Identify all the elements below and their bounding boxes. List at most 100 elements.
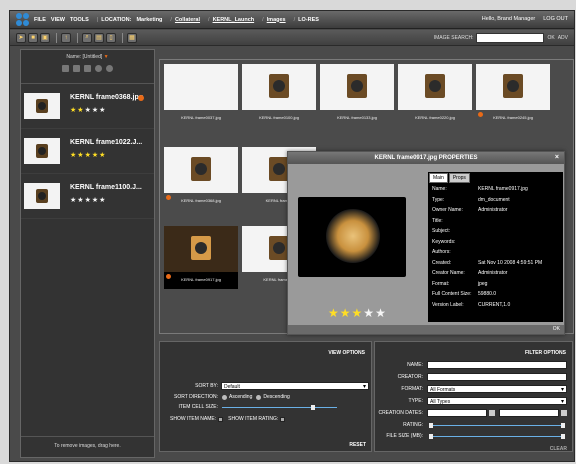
show-item-name-checkbox[interactable] (218, 416, 224, 422)
folder-icon[interactable]: ■ (28, 32, 38, 43)
lightbox-item[interactable]: KERNL frame1100.J... ★★★★★ (21, 174, 154, 219)
grid-tile[interactable]: KERNL frame0368.jpg (164, 147, 238, 210)
arrow-icon[interactable]: ➤ (16, 32, 26, 43)
lightbox-item[interactable]: KERNL frame0368.jpg ★★★★★ (21, 84, 154, 129)
image-search-label: IMAGE SEARCH: (433, 35, 474, 41)
delete-icon[interactable] (95, 65, 102, 72)
ok-button[interactable]: OK (553, 325, 560, 334)
date-from-input[interactable] (427, 409, 487, 417)
search-icon[interactable]: ⌕ (82, 32, 92, 43)
save-icon[interactable] (73, 65, 80, 72)
prop-key: Owner Name: (432, 207, 463, 214)
prop-row: Creator Name: Administrator (428, 268, 563, 279)
rating-stars[interactable]: ★★★★★ (70, 106, 106, 114)
creator-filter-input[interactable] (427, 373, 567, 381)
dropdown-arrow-icon[interactable]: ▼ (104, 54, 109, 60)
properties-dialog: KERNL frame0917.jpg PROPERTIES × Main Pr… (287, 151, 565, 335)
slider-thumb[interactable] (429, 434, 433, 439)
lightbox-item[interactable]: KERNL frame1022.J... ★★★★★ (21, 129, 154, 174)
ascending-radio[interactable] (222, 394, 227, 400)
prop-value: Administrator (478, 270, 508, 277)
close-icon[interactable]: × (555, 152, 559, 164)
slider-thumb[interactable] (561, 434, 565, 439)
prop-row: Created: Sat Nov 10 2008 4:59:51 PM (428, 258, 563, 269)
calendar-icon[interactable] (561, 410, 567, 416)
breadcrumb-collateral[interactable]: Collateral (175, 17, 200, 23)
descending-radio[interactable] (256, 394, 262, 400)
prop-row: Owner Name: Administrator (428, 205, 563, 216)
properties-icon[interactable]: ▦ (127, 32, 137, 43)
reset-button[interactable]: RESET (349, 442, 366, 448)
tab-main[interactable]: Main (429, 173, 448, 183)
tile-caption: KERNL frame0133.jpg (337, 115, 377, 120)
breadcrumb-marketing[interactable]: Marketing (136, 17, 162, 23)
prop-key: Format: (432, 280, 450, 287)
date-to-input[interactable] (499, 409, 559, 417)
slider-thumb[interactable] (310, 405, 315, 410)
sort-direction-label: SORT DIRECTION: (174, 394, 218, 400)
properties-panel: Main Props Name: KERNL frame0917.jpg Type… (428, 172, 563, 322)
ascending-label: Ascending (229, 394, 253, 400)
grid-tile[interactable]: KERNL frame0245.jpg (476, 64, 550, 127)
tab-props[interactable]: Props (448, 173, 470, 183)
breadcrumb-images[interactable]: Images (267, 17, 286, 23)
menu-view[interactable]: VIEW (51, 17, 65, 23)
sort-by-select[interactable]: Default (221, 382, 369, 391)
grid-tile[interactable]: KERNL frame0037.jpg (164, 64, 238, 127)
rating-stars[interactable]: ★★★★★ (328, 306, 387, 320)
format-value: All Formats (430, 387, 456, 393)
advanced-search-button[interactable]: ADV (558, 35, 568, 41)
grid-tile[interactable]: KERNL frame0133.jpg (320, 64, 394, 127)
thumbnail (24, 138, 60, 164)
calendar-icon[interactable] (489, 410, 495, 416)
lightbox-panel: Name: [Untitled] ▼ KERNL frame0368.jpg ★… (20, 49, 155, 458)
user-area: Hello, Brand Manager LOG OUT (482, 16, 568, 22)
search-ok-button[interactable]: OK (547, 35, 554, 41)
menu-tools[interactable]: TOOLS (70, 17, 89, 23)
print-icon[interactable]: ▤ (94, 32, 104, 43)
name-filter-input[interactable] (427, 361, 567, 369)
export-icon[interactable] (84, 65, 91, 72)
prop-key: Name: (432, 186, 447, 193)
grid-tile[interactable]: KERNL frame0220.jpg (398, 64, 472, 127)
prop-row: Version Label: CURRENT,1.0 (428, 300, 563, 311)
image-search-input[interactable] (476, 33, 545, 43)
tile-caption: KERNL frame0100.jpg (259, 115, 299, 120)
logout-link[interactable]: LOG OUT (543, 16, 568, 22)
open-folder-icon[interactable] (62, 65, 69, 72)
lightbox-name-value[interactable]: [Untitled] (83, 54, 103, 60)
grid-tile[interactable]: KERNL frame0100.jpg (242, 64, 316, 127)
drop-zone[interactable]: To remove images, drag here. (21, 436, 154, 457)
breadcrumb-kernl-launch[interactable]: KERNL_Launch (213, 17, 255, 23)
slider-thumb[interactable] (561, 423, 565, 428)
item-name: KERNL frame1022.J... (70, 139, 143, 146)
cell-size-slider[interactable] (222, 405, 337, 410)
menu-file[interactable]: FILE (34, 17, 46, 23)
show-item-rating-label: SHOW ITEM RATING: (228, 416, 279, 422)
prop-key: Version Label: (432, 301, 464, 308)
location-label: LOCATION: (101, 16, 132, 23)
file-size-range-slider[interactable] (429, 434, 565, 439)
greeting-text: Hello, Brand Manager (481, 16, 536, 22)
prop-key: Subject: (432, 228, 451, 235)
rating-stars[interactable]: ★★★★★ (70, 196, 106, 204)
grid-tile-selected[interactable]: KERNL frame0917.jpg (164, 226, 238, 289)
prop-value: CURRENT,1.0 (478, 301, 511, 308)
format-select[interactable]: All Formats (427, 385, 567, 394)
image-icon[interactable]: ▣ (40, 32, 50, 43)
type-select[interactable]: All Types (427, 397, 567, 406)
breadcrumb-lo-res[interactable]: LO-RES (298, 17, 319, 23)
slider-thumb[interactable] (429, 423, 433, 428)
rating-stars[interactable]: ★★★★★ (70, 151, 106, 159)
up-arrow-icon[interactable]: ↑ (61, 32, 71, 43)
show-item-rating-checkbox[interactable] (280, 416, 286, 422)
prop-key: Authors: (432, 249, 451, 256)
document-icon[interactable]: ▯ (106, 32, 116, 43)
clear-button[interactable]: CLEAR (550, 446, 567, 452)
thumbnail (398, 64, 472, 110)
rating-range-slider[interactable] (429, 423, 565, 428)
search-icon[interactable] (106, 65, 113, 72)
tile-caption: KERNL frame0220.jpg (415, 115, 455, 120)
prop-key: Full Content Size: (432, 291, 472, 298)
logo-icon (16, 12, 30, 27)
